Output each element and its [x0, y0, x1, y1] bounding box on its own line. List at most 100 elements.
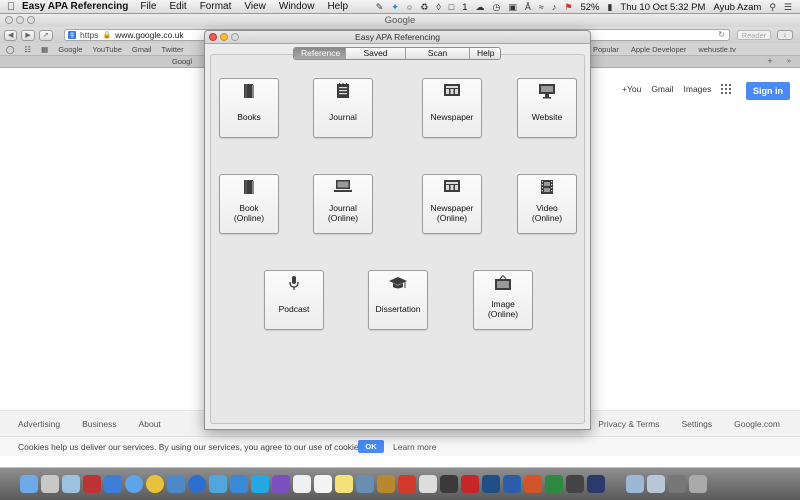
launchpad-icon[interactable]	[41, 475, 59, 493]
chrome-icon[interactable]	[146, 475, 164, 493]
facetime-icon[interactable]	[272, 475, 290, 493]
video-online-button[interactable]: Video (Online)	[517, 174, 577, 234]
mail-icon[interactable]	[167, 475, 185, 493]
tab-reference[interactable]: Reference	[294, 48, 346, 59]
reload-icon[interactable]: ↻	[718, 30, 725, 39]
safari-icon[interactable]	[125, 475, 143, 493]
adobe-icon[interactable]: □	[449, 2, 454, 12]
menu-app-name[interactable]: Easy APA Referencing	[22, 1, 128, 12]
battery-percent[interactable]: 52%	[580, 2, 599, 13]
iphoto-icon[interactable]	[356, 475, 374, 493]
newspaper-button[interactable]: Newspaper	[422, 78, 482, 138]
chevron-right-icon[interactable]: »	[783, 56, 795, 67]
tab-scan-barcode[interactable]: Scan Barcode	[406, 48, 470, 59]
status-count[interactable]: 1	[462, 2, 467, 13]
user-name[interactable]: Ayub Azam	[713, 2, 761, 13]
footer-business[interactable]: Business	[82, 419, 117, 429]
menu-window[interactable]: Window	[279, 1, 315, 12]
new-tab-icon[interactable]: +	[764, 56, 776, 67]
search-icon[interactable]: ⚲	[769, 2, 776, 13]
sync-icon[interactable]: ♻	[420, 2, 428, 13]
apple-logo-icon[interactable]: 	[0, 1, 22, 13]
forward-button[interactable]: ▶	[21, 29, 35, 41]
trash-icon[interactable]	[689, 475, 707, 493]
menu-edit[interactable]: Edit	[169, 1, 186, 12]
messages-icon[interactable]	[209, 475, 227, 493]
clock[interactable]: Thu 10 Oct 5:32 PM	[620, 2, 705, 13]
bookmark-gmail[interactable]: Gmail	[132, 45, 152, 54]
volume-icon[interactable]: ♪	[552, 2, 557, 12]
pm-icon[interactable]	[461, 475, 479, 493]
dissertation-button[interactable]: Dissertation	[368, 270, 428, 330]
tab-help[interactable]: Help	[470, 48, 500, 59]
app-icon[interactable]	[566, 475, 584, 493]
battery-icon[interactable]: ▮	[607, 2, 612, 13]
flag-icon[interactable]: ⚑	[564, 2, 572, 13]
downloads-button[interactable]: ↓	[777, 30, 793, 40]
stack-icon[interactable]	[668, 475, 686, 493]
book-online-button[interactable]: Book (Online)	[219, 174, 279, 234]
display-icon[interactable]: ▣	[508, 2, 517, 13]
zoom-button[interactable]	[27, 16, 35, 24]
imovie-icon[interactable]	[377, 475, 395, 493]
preview-icon[interactable]	[62, 475, 80, 493]
wifi-icon[interactable]: ≈	[539, 2, 544, 12]
sign-in-button[interactable]: Sign in	[746, 82, 790, 100]
link-gmail[interactable]: Gmail	[651, 84, 673, 94]
bookmark-google[interactable]: Google	[58, 45, 82, 54]
xcode-icon[interactable]	[419, 475, 437, 493]
cookie-learn-more[interactable]: Learn more	[393, 442, 436, 452]
reading-list-icon[interactable]: ◯	[6, 45, 14, 54]
documents-folder-icon[interactable]	[647, 475, 665, 493]
menu-file[interactable]: File	[140, 1, 156, 12]
tweetbot-icon[interactable]	[230, 475, 248, 493]
bookmark-apple-developer[interactable]: Apple Developer	[631, 45, 686, 54]
notes-icon[interactable]	[335, 475, 353, 493]
browser-tab[interactable]: Googl	[160, 57, 204, 67]
bookmark-popular[interactable]: Popular	[593, 45, 619, 54]
app-store-icon[interactable]	[104, 475, 122, 493]
photoshop-icon[interactable]	[482, 475, 500, 493]
bookmark-twitter[interactable]: Twitter	[162, 45, 184, 54]
garageband-icon[interactable]	[398, 475, 416, 493]
reader-button[interactable]: Reader	[737, 30, 771, 40]
newspaper-online-button[interactable]: Newspaper (Online)	[422, 174, 482, 234]
bookmarks-icon[interactable]: ☷	[24, 45, 31, 54]
back-button[interactable]: ◀	[4, 29, 18, 41]
time-machine-icon[interactable]: ◷	[493, 2, 501, 13]
podcast-button[interactable]: Podcast	[264, 270, 324, 330]
tab-saved[interactable]: Saved	[346, 48, 406, 59]
cookie-ok-button[interactable]: OK	[358, 440, 384, 453]
link-images[interactable]: Images	[684, 84, 712, 94]
twitter-icon[interactable]: ✦	[391, 2, 399, 13]
footer-about[interactable]: About	[139, 419, 161, 429]
downloads-folder-icon[interactable]	[626, 475, 644, 493]
photo-booth-icon[interactable]	[83, 475, 101, 493]
chat-icon[interactable]: ○	[407, 2, 412, 12]
skype-icon[interactable]: ✎	[376, 2, 384, 13]
finder-icon[interactable]	[20, 475, 38, 493]
minimize-button[interactable]	[16, 16, 24, 24]
excel-icon[interactable]	[545, 475, 563, 493]
website-button[interactable]: Website	[517, 78, 577, 138]
minimize-button[interactable]	[220, 33, 228, 41]
powerpoint-icon[interactable]	[524, 475, 542, 493]
menu-view[interactable]: View	[244, 1, 266, 12]
journal-online-button[interactable]: Journal (Online)	[313, 174, 373, 234]
skype-dock-icon[interactable]	[251, 475, 269, 493]
gamecenter-icon[interactable]	[440, 475, 458, 493]
share-button[interactable]: ↗	[38, 29, 53, 41]
calendar-icon[interactable]	[293, 475, 311, 493]
journal-button[interactable]: Journal	[313, 78, 373, 138]
image-online-button[interactable]: Image (Online)	[473, 270, 533, 330]
footer-settings[interactable]: Settings	[681, 419, 712, 429]
cloud-icon[interactable]: ☁	[476, 2, 485, 13]
close-button[interactable]	[209, 33, 217, 41]
footer-google-com[interactable]: Google.com	[734, 419, 780, 429]
dropbox-icon[interactable]: ◊	[436, 2, 440, 12]
top-sites-icon[interactable]: ▦	[41, 45, 48, 54]
bluetooth-icon[interactable]: Å	[525, 2, 531, 12]
list-icon[interactable]: ☰	[784, 2, 792, 13]
footer-privacy[interactable]: Privacy & Terms	[598, 419, 659, 429]
bookmark-wehustle[interactable]: wehustle.tv	[698, 45, 736, 54]
